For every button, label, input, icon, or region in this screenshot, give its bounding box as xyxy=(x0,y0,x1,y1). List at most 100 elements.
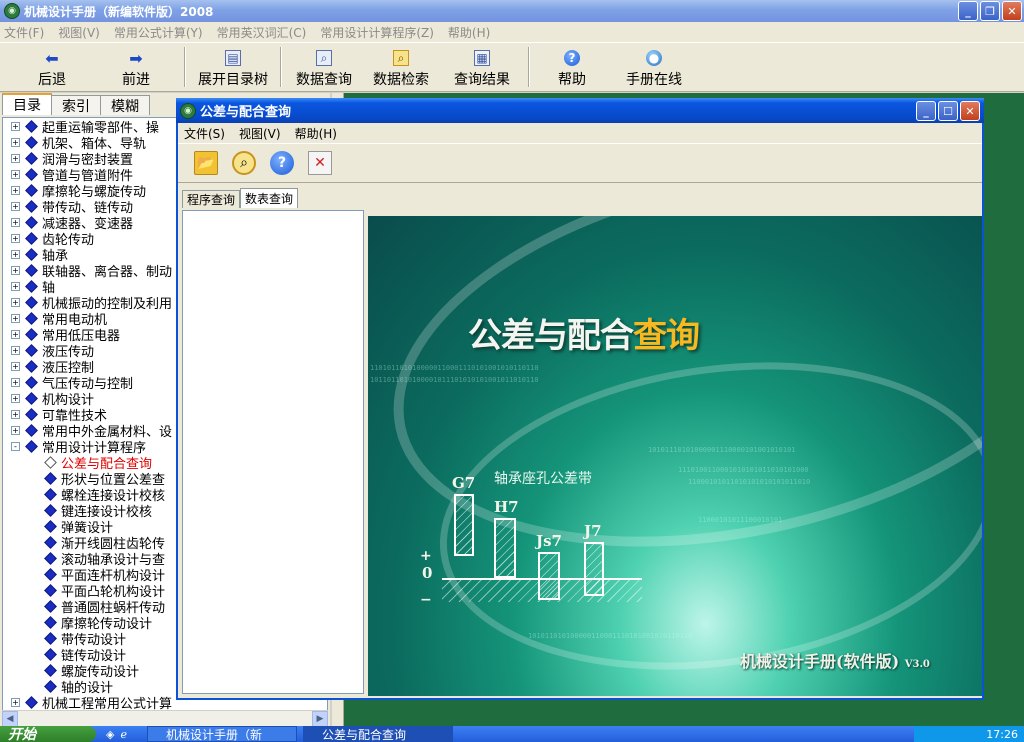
node-diamond-icon xyxy=(25,439,38,453)
tab-index[interactable]: 索引 xyxy=(51,95,101,115)
node-diamond-icon xyxy=(25,263,38,277)
menu-programs[interactable]: 常用设计计算程序(Z) xyxy=(320,24,434,41)
data-search-button[interactable]: ⌕ 数据检索 xyxy=(360,43,442,89)
online-manual-button[interactable]: ● 手册在线 xyxy=(608,43,700,89)
splash-image: 1101011010100000110001110101001010110110… xyxy=(368,216,982,696)
menu-help[interactable]: 帮助(H) xyxy=(448,24,490,41)
app-icon: ◉ xyxy=(180,102,196,119)
data-query-button[interactable]: ⌕ 数据查询 xyxy=(288,43,360,89)
start-button[interactable]: 开始 xyxy=(0,726,96,742)
expand-icon[interactable]: + xyxy=(11,137,20,147)
expand-icon[interactable]: + xyxy=(11,697,20,707)
open-folder-icon[interactable]: 📂 xyxy=(194,151,218,175)
expand-icon[interactable]: + xyxy=(11,121,20,131)
task-tolerance-window[interactable]: 公差与配合查询 xyxy=(302,726,453,742)
tolerance-query-window: ◉ 公差与配合查询 _ ☐ ✕ 文件(S) 视图(V) 帮助(H) 📂 ⌕ ? … xyxy=(176,98,984,700)
node-diamond-icon xyxy=(25,167,38,181)
expand-icon[interactable]: + xyxy=(11,393,20,403)
bar-label-js7: Js7 xyxy=(536,532,562,550)
minimize-button[interactable]: _ xyxy=(958,1,978,21)
expand-icon[interactable]: + xyxy=(11,361,20,371)
node-diamond-icon xyxy=(25,119,38,133)
menu-glossary[interactable]: 常用英汉词汇(C) xyxy=(217,24,307,41)
bar-label-g7: G7 xyxy=(452,474,476,492)
delete-doc-icon[interactable]: ✕ xyxy=(308,151,332,175)
tree-item-label: 机械工程常用公式计算 xyxy=(42,696,173,712)
binary-text: 1110100110001010101011010101000 xyxy=(678,466,809,474)
expand-tree-button[interactable]: ▤ 展开目录树 xyxy=(192,43,274,89)
tree-item-label: 联轴器、离合器、制动 xyxy=(42,264,173,280)
node-diamond-icon xyxy=(25,279,38,293)
node-diamond-icon xyxy=(25,151,38,165)
child-close-button[interactable]: ✕ xyxy=(960,101,980,121)
expand-icon[interactable]: + xyxy=(11,297,20,307)
node-diamond-icon xyxy=(44,487,57,501)
expand-icon[interactable]: + xyxy=(11,217,20,227)
quicklaunch-icon[interactable]: ◈ xyxy=(106,728,114,741)
tab-fuzzy[interactable]: 模糊 xyxy=(100,95,150,115)
child-minimize-button[interactable]: _ xyxy=(916,101,936,121)
binary-text: 1011011010100001011101010101001011010110 xyxy=(370,376,539,384)
expand-icon[interactable]: + xyxy=(11,249,20,259)
node-diamond-icon xyxy=(25,327,38,341)
expand-icon[interactable]: + xyxy=(11,345,20,355)
tolerance-bar-g7 xyxy=(454,494,474,556)
node-diamond-icon xyxy=(25,407,38,421)
child-toolbar: 📂 ⌕ ? ✕ xyxy=(178,143,982,183)
child-menu-help[interactable]: 帮助(H) xyxy=(295,125,337,142)
tab-table-query[interactable]: 数表查询 xyxy=(240,188,299,208)
quicklaunch-ie-icon[interactable]: ℯ xyxy=(120,728,127,741)
node-diamond-icon xyxy=(25,391,38,405)
child-menu-view[interactable]: 视图(V) xyxy=(239,125,281,142)
maximize-button[interactable]: ❐ xyxy=(980,1,1000,21)
node-diamond-icon xyxy=(44,647,57,661)
expand-icon[interactable]: + xyxy=(11,409,20,419)
menu-view[interactable]: 视图(V) xyxy=(58,24,100,41)
magnifier-icon[interactable]: ⌕ xyxy=(232,151,256,175)
expand-icon[interactable]: + xyxy=(11,265,20,275)
expand-icon[interactable]: + xyxy=(11,233,20,243)
plus-sign: + xyxy=(420,548,432,564)
node-diamond-icon xyxy=(25,199,38,213)
expand-icon[interactable]: + xyxy=(11,281,20,291)
back-button[interactable]: ⬅ 后退 xyxy=(10,43,94,89)
node-diamond-icon xyxy=(25,183,38,197)
results-button[interactable]: ▦ 查询结果 xyxy=(442,43,522,89)
menu-bar: 文件(F) 视图(V) 常用公式计算(Y) 常用英汉词汇(C) 常用设计计算程序… xyxy=(0,22,1024,42)
child-menu-file[interactable]: 文件(S) xyxy=(184,125,225,142)
child-maximize-button[interactable]: ☐ xyxy=(938,101,958,121)
expand-icon[interactable]: + xyxy=(11,153,20,163)
close-button[interactable]: ✕ xyxy=(1002,1,1022,21)
menu-formula[interactable]: 常用公式计算(Y) xyxy=(114,24,203,41)
child-window-title: 公差与配合查询 xyxy=(200,105,292,120)
main-title-bar: ◉ 机械设计手册（新编软件版）2008 _ ❐ ✕ xyxy=(0,0,1024,22)
task-main-window[interactable]: 机械设计手册（新 xyxy=(146,726,297,742)
node-diamond-icon xyxy=(25,423,38,437)
collapse-icon[interactable]: - xyxy=(11,441,20,451)
node-diamond-icon xyxy=(44,599,57,613)
zero-line-label: 0 xyxy=(422,564,433,582)
node-diamond-icon xyxy=(25,231,38,245)
scroll-right-button[interactable]: ▶ xyxy=(312,710,328,727)
node-diamond-icon xyxy=(25,215,38,229)
node-diamond-icon xyxy=(25,247,38,261)
node-diamond-icon xyxy=(44,615,57,629)
tab-contents[interactable]: 目录 xyxy=(2,93,52,115)
expand-icon[interactable]: + xyxy=(11,185,20,195)
expand-icon[interactable]: + xyxy=(11,313,20,323)
expand-icon[interactable]: + xyxy=(11,169,20,179)
tree-horizontal-scrollbar[interactable]: ◀ ▶ xyxy=(2,710,328,727)
help-button[interactable]: ? 帮助 xyxy=(536,43,608,89)
expand-icon[interactable]: + xyxy=(11,425,20,435)
tab-program-query[interactable]: 程序查询 xyxy=(182,190,241,208)
help-icon[interactable]: ? xyxy=(270,151,294,175)
query-list[interactable] xyxy=(182,210,364,694)
expand-icon[interactable]: + xyxy=(11,329,20,339)
splash-header-strip xyxy=(368,188,982,216)
expand-icon[interactable]: + xyxy=(11,201,20,211)
expand-icon[interactable]: + xyxy=(11,377,20,387)
menu-file[interactable]: 文件(F) xyxy=(4,24,44,41)
child-menu-bar: 文件(S) 视图(V) 帮助(H) xyxy=(178,123,982,143)
clock[interactable]: 17:26 xyxy=(986,728,1018,741)
forward-button[interactable]: ➡ 前进 xyxy=(94,43,178,89)
